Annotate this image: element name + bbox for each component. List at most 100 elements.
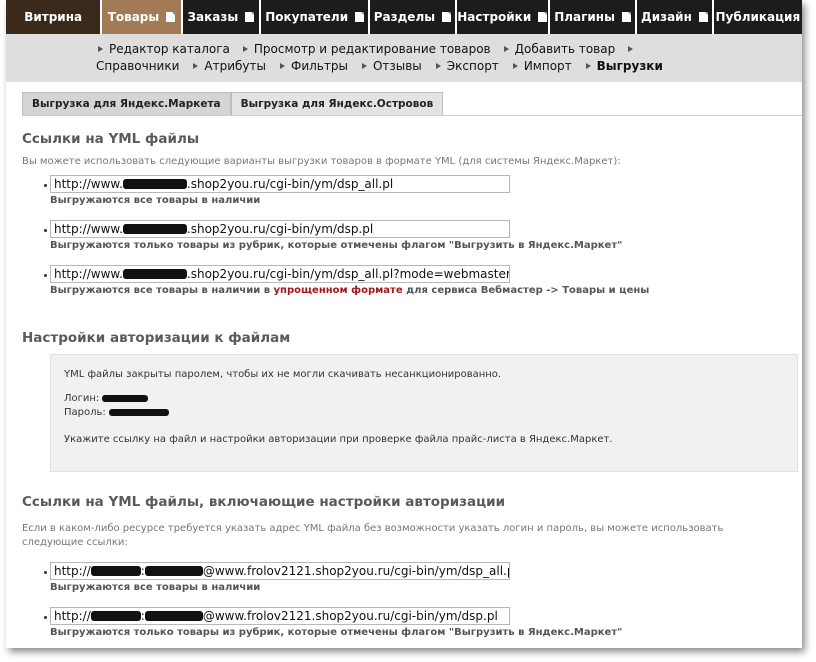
arrow-right-icon	[242, 45, 248, 52]
tab-tovary[interactable]: Товары	[102, 0, 181, 34]
sub-navigation: Редактор каталога Просмотр и редактирова…	[6, 34, 802, 82]
arrow-right-icon	[512, 62, 518, 69]
tab-yandex-market[interactable]: Выгрузка для Яндекс.Маркета	[22, 92, 231, 115]
page-icon	[538, 12, 548, 22]
list-item: http://: @www.frolov2121.shop2you.ru/cgi-…	[44, 607, 786, 638]
subnav-label: Импорт	[523, 58, 572, 73]
subnav-label: Редактор каталога	[109, 41, 230, 56]
bullet-icon	[44, 616, 47, 619]
tab-nastroiki[interactable]: Настройки	[456, 0, 548, 34]
url-field[interactable]: http://www. .shop2you.ru/cgi-bin/ym/dsp_a…	[50, 265, 510, 283]
subnav-label: Отзывы	[372, 58, 422, 73]
bullet-icon	[44, 274, 47, 277]
bullet-icon	[44, 184, 47, 187]
subnav-label: Атрибуты	[204, 58, 266, 73]
tab-label: Покупатели	[265, 10, 349, 24]
url-suffix: .shop2you.ru/cgi-bin/ym/dsp_all.pl	[186, 177, 394, 191]
list-item: http://: @www.frolov2121.shop2you.ru/cgi-…	[44, 562, 786, 593]
url-prefix: http://	[54, 564, 91, 578]
tab-label: Разделы	[373, 10, 436, 24]
subnav-label: Выгрузки	[596, 58, 663, 73]
list-item: http://www. .shop2you.ru/cgi-bin/ym/dsp_a…	[44, 265, 786, 296]
tab-plaginy[interactable]: Плагины	[549, 0, 636, 34]
section-hint: Если в каком-либо ресурсе требуется указ…	[22, 523, 724, 548]
link-description: Выгружаются только товары из рубрик, кот…	[50, 627, 623, 638]
subnav-continuation	[628, 45, 639, 52]
password-row: Пароль:	[64, 406, 784, 420]
subnav-directories[interactable]: Справочники	[96, 59, 179, 73]
tab-pokupateli[interactable]: Покупатели	[261, 0, 369, 34]
subnav-import[interactable]: Импорт	[512, 58, 572, 73]
arrow-right-icon	[279, 62, 285, 69]
url-prefix: http://www.	[54, 222, 123, 236]
link-description: Выгружаются все товары в наличии в упрощ…	[50, 285, 786, 296]
tab-publikacia[interactable]: Публикация	[713, 0, 802, 34]
simplified-format-link[interactable]: упрощенном формате	[274, 285, 403, 296]
redacted-mark	[122, 268, 187, 279]
tab-label: Товары	[107, 10, 160, 24]
url-field[interactable]: http://www. .shop2you.ru/cgi-bin/ym/dsp_a…	[50, 175, 510, 193]
url-prefix: http://www.	[54, 177, 123, 191]
tab-yandex-islands[interactable]: Выгрузка для Яндекс.Островов	[230, 92, 444, 115]
arrow-right-icon	[503, 45, 509, 52]
subnav-label: Экспорт	[446, 58, 499, 73]
section-heading-yml: Ссылки на YML файлы	[22, 131, 200, 147]
section-hint: Вы можете использовать следующие вариант…	[22, 156, 621, 167]
arrow-right-icon	[98, 45, 103, 52]
credentials: Логин: Пароль:	[64, 392, 784, 420]
subnav-filters[interactable]: Фильтры	[279, 58, 348, 73]
tab-vitrina[interactable]: Витрина	[6, 0, 101, 34]
list-item: http://www. .shop2you.ru/cgi-bin/ym/dsp.p…	[44, 220, 786, 251]
tab-dizain[interactable]: Дизайн	[637, 0, 712, 34]
url-suffix: @www.frolov2121.shop2you.ru/cgi-bin/ym/d…	[202, 609, 498, 623]
link-description: Выгружаются все товары в наличии	[50, 582, 261, 593]
password-label: Пароль:	[64, 407, 106, 418]
yml-auth-links-list: http://: @www.frolov2121.shop2you.ru/cgi-…	[22, 562, 786, 638]
redacted-mark	[90, 565, 141, 576]
subnav-reviews[interactable]: Отзывы	[361, 58, 422, 73]
bullet-icon	[44, 571, 47, 574]
tab-label: Плагины	[554, 10, 615, 24]
auth-note: YML файлы закрыты паролем, чтобы их не м…	[64, 369, 502, 380]
page-icon	[698, 12, 708, 22]
page-icon	[166, 12, 176, 22]
list-item: http://www. .shop2you.ru/cgi-bin/ym/dsp_a…	[44, 175, 786, 206]
page-icon	[355, 12, 365, 22]
subnav-add-product[interactable]: Добавить товар	[503, 41, 616, 56]
bullet-icon	[44, 229, 47, 232]
subnav-view-edit-products[interactable]: Просмотр и редактирование товаров	[242, 41, 491, 56]
redacted-mark	[102, 394, 149, 402]
subnav-uploads[interactable]: Выгрузки	[585, 58, 663, 73]
section-heading-yml-auth: Ссылки на YML файлы, включающие настройк…	[22, 494, 506, 510]
section-heading-auth: Настройки авторизации к файлам	[22, 330, 291, 346]
arrow-right-icon	[361, 62, 367, 69]
tab-label: Дизайн	[641, 10, 692, 24]
subnav-label: Просмотр и редактирование товаров	[253, 41, 491, 56]
url-suffix: @www.frolov2121.shop2you.ru/cgi-bin/ym/d…	[202, 564, 510, 578]
desc-part: для сервиса Вебмастер -> Товары и цены	[402, 285, 650, 296]
section-tab-label: Выгрузка для Яндекс.Островов	[240, 98, 434, 110]
tab-zakazy[interactable]: Заказы	[182, 0, 260, 34]
tab-label: Витрина	[24, 10, 83, 24]
arrow-right-icon	[435, 62, 441, 69]
redacted-mark	[122, 178, 187, 189]
login-label: Логин:	[64, 393, 100, 404]
main-content: Ссылки на YML файлы Вы можете использова…	[6, 131, 802, 638]
url-field[interactable]: http://: @www.frolov2121.shop2you.ru/cgi-…	[50, 562, 510, 580]
url-field[interactable]: http://www. .shop2you.ru/cgi-bin/ym/dsp.p…	[50, 220, 510, 238]
url-suffix: .shop2you.ru/cgi-bin/ym/dsp.pl	[186, 222, 374, 236]
redacted-mark	[122, 223, 187, 234]
top-navigation: Витрина Товары Заказы Покупатели Разделы…	[6, 0, 802, 34]
redacted-mark	[90, 610, 141, 621]
redacted-mark	[144, 565, 203, 576]
auth-info-box: YML файлы закрыты паролем, чтобы их не м…	[50, 354, 798, 472]
subnav-label: Фильтры	[290, 58, 348, 73]
subnav-label: Добавить товар	[514, 41, 616, 56]
url-prefix: http://	[54, 609, 91, 623]
url-prefix: http://www.	[54, 267, 123, 281]
subnav-attributes[interactable]: Атрибуты	[193, 59, 266, 73]
tab-razdely[interactable]: Разделы	[370, 0, 455, 34]
subnav-catalog-editor[interactable]: Редактор каталога	[98, 42, 230, 56]
subnav-export[interactable]: Экспорт	[435, 58, 499, 73]
url-field[interactable]: http://: @www.frolov2121.shop2you.ru/cgi-…	[50, 607, 510, 625]
